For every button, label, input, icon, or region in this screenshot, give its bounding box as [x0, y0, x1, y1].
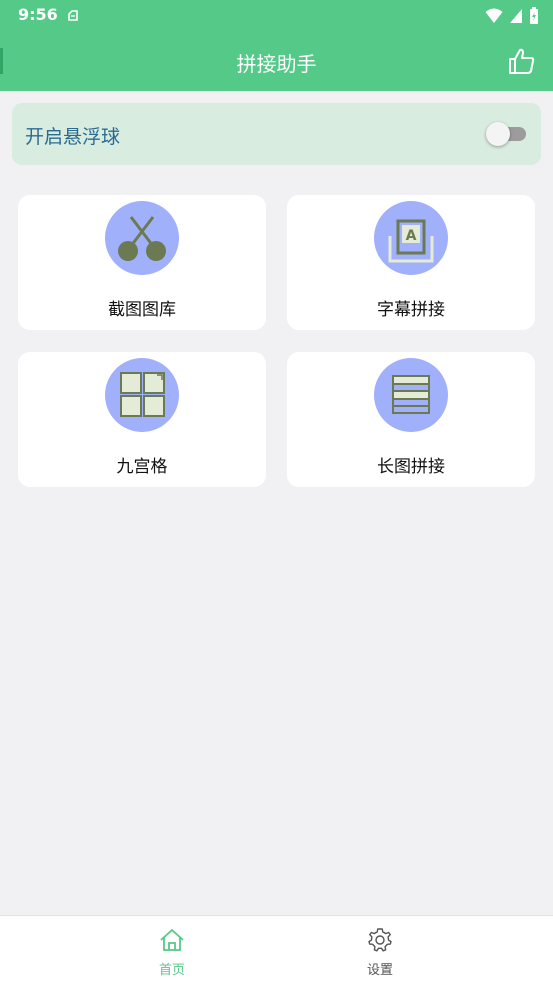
status-time: 9:56: [18, 5, 58, 24]
gear-icon: [368, 928, 392, 952]
float-ball-toggle-row[interactable]: 开启悬浮球: [12, 103, 541, 165]
thumbs-up-icon: [509, 48, 535, 74]
wifi-icon: [485, 8, 503, 28]
tile-nine-grid[interactable]: 九宫格: [18, 352, 266, 487]
tile-subtitle-stitch[interactable]: A 字幕拼接: [287, 195, 535, 330]
tile-label: 截图图库: [108, 300, 176, 320]
app-bar: 拼接助手: [0, 32, 553, 91]
tile-label: 字幕拼接: [377, 300, 445, 320]
tile-long-image-stitch[interactable]: 长图拼接: [287, 352, 535, 487]
like-button[interactable]: [507, 46, 537, 76]
grid-icon: [105, 358, 179, 432]
tile-screenshot-gallery[interactable]: 截图图库: [18, 195, 266, 330]
nav-item-settings[interactable]: 设置: [340, 916, 420, 985]
svg-text:A: A: [406, 228, 417, 244]
float-ball-label: 开启悬浮球: [25, 126, 121, 148]
nav-label-home: 首页: [158, 963, 185, 978]
battery-charging-icon: [529, 7, 539, 29]
signal-icon: [509, 8, 523, 28]
scissors-icon: [105, 201, 179, 275]
nav-label-settings: 设置: [366, 963, 393, 978]
bottom-navigation: 首页 设置: [0, 915, 553, 985]
home-icon: [160, 929, 184, 951]
subtitle-a-icon: A: [374, 201, 448, 275]
status-bar: 9:56: [0, 0, 553, 32]
stack-icon: [374, 358, 448, 432]
nav-item-home[interactable]: 首页: [132, 916, 212, 985]
tile-label: 长图拼接: [377, 457, 445, 477]
switch-thumb: [486, 122, 510, 146]
float-ball-switch[interactable]: [486, 122, 528, 146]
notification-clip-icon: [66, 8, 80, 27]
tile-label: 九宫格: [116, 457, 168, 477]
page-title: 拼接助手: [236, 52, 317, 76]
